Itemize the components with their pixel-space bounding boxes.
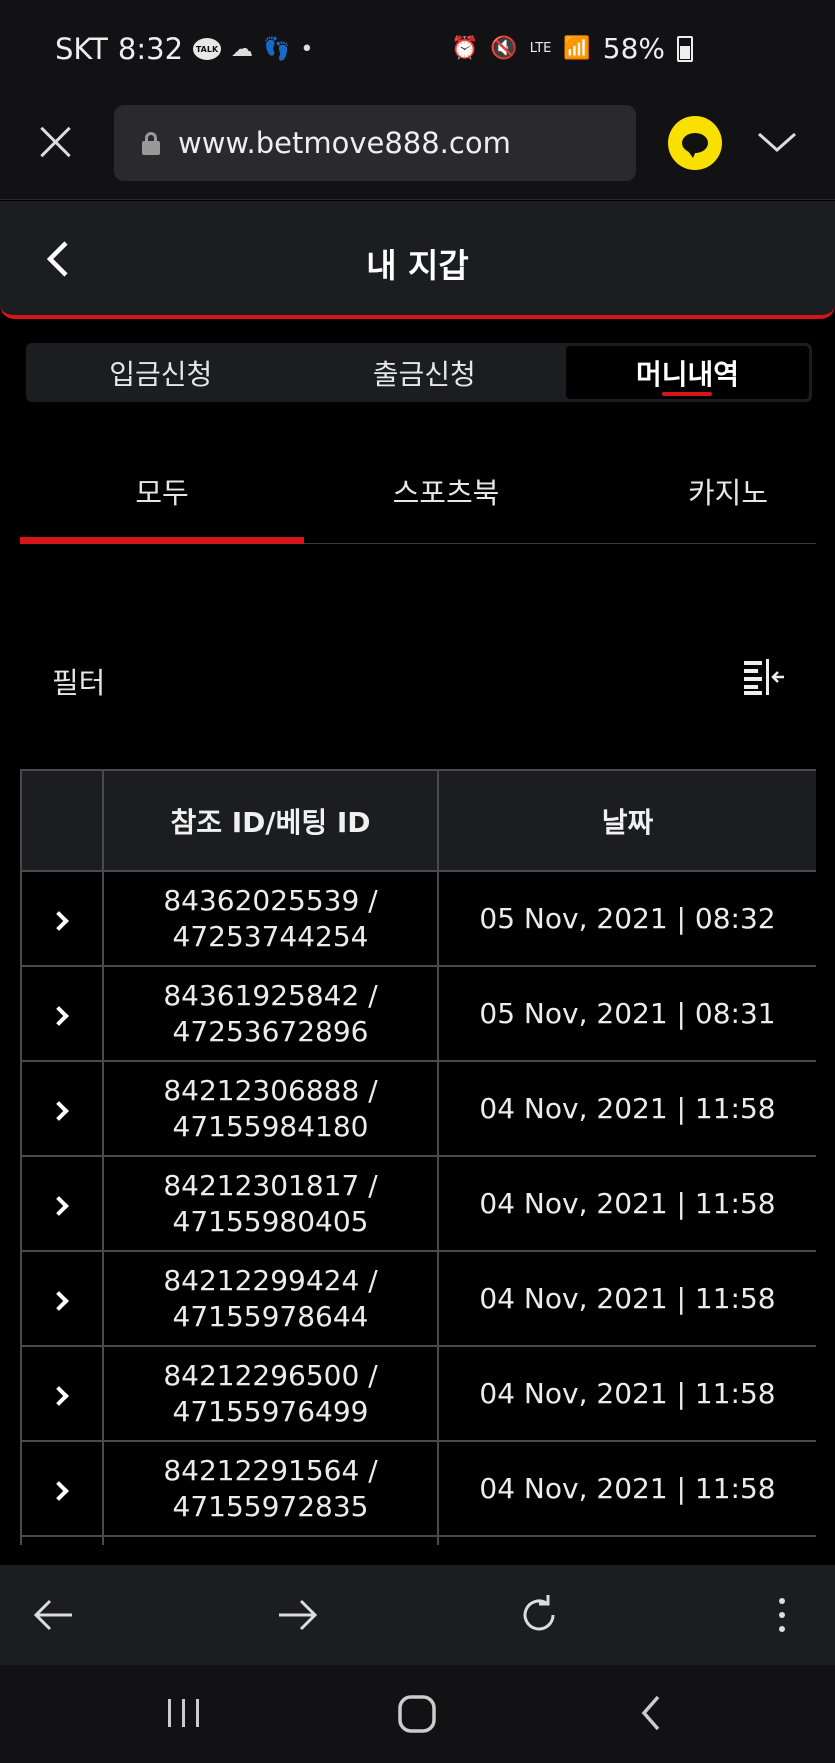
reference-id: 84212299424 / [163, 1263, 378, 1297]
transaction-table-container[interactable]: 참조 ID/베팅 ID 날짜 84362025539 /47253744254 … [20, 769, 816, 1545]
signal-icon: 📶 [563, 36, 591, 61]
tab-all[interactable]: 모두 [20, 440, 304, 544]
browser-bottom-nav [0, 1565, 835, 1665]
refresh-icon[interactable] [515, 1591, 563, 1639]
system-back-icon[interactable] [636, 1693, 666, 1733]
table-row[interactable]: 84212299424 /47155978644 04 Nov, 2021 | … [20, 1250, 816, 1347]
more-notifications-dot-icon: • [300, 36, 314, 62]
date-cell: 05 Nov, 2021 | 08:32 [437, 870, 816, 967]
battery-icon [677, 35, 693, 62]
page-title: 내 지갑 [366, 246, 469, 285]
expand-cell[interactable] [20, 1440, 104, 1537]
expand-cell[interactable] [20, 1060, 104, 1157]
tab-money-history[interactable]: 머니내역 [566, 346, 809, 399]
id-cell: 84212306888 /47155984180 [102, 1060, 439, 1157]
tab-sportsbook[interactable]: 스포츠북 [304, 440, 588, 543]
table-header-row: 참조 ID/베팅 ID 날짜 [20, 769, 816, 872]
filter-toggle-icon[interactable] [742, 657, 786, 697]
more-menu-icon[interactable] [758, 1591, 806, 1639]
bet-id: 47155978644 [172, 1299, 369, 1333]
table-row[interactable]: 84212296500 /47155976499 04 Nov, 2021 | … [20, 1345, 816, 1442]
transaction-table: 참조 ID/베팅 ID 날짜 84362025539 /47253744254 … [20, 769, 816, 1545]
battery-percent: 58% [602, 32, 665, 65]
mute-icon: 🔇 [490, 36, 518, 61]
bet-id: 47253744254 [172, 919, 369, 953]
chevron-down-icon[interactable] [757, 122, 797, 162]
kakaotalk-button[interactable] [668, 116, 722, 170]
home-icon[interactable] [396, 1693, 438, 1735]
date-cell: 04 Nov, 2021 | 11:58 [437, 1155, 816, 1252]
clock-time: 8:32 [117, 32, 184, 66]
date-cell: 04 Nov, 2021 | 11:58 [437, 1060, 816, 1157]
table-row[interactable]: 84361925842 /47253672896 05 Nov, 2021 | … [20, 965, 816, 1062]
bet-id: 47155984180 [172, 1109, 369, 1143]
chevron-right-icon[interactable] [49, 1385, 69, 1406]
chevron-right-icon[interactable] [49, 1005, 69, 1026]
table-row[interactable]: 84212291564 /47155972835 04 Nov, 2021 | … [20, 1440, 816, 1537]
url-text: www.betmove888.com [178, 126, 511, 160]
expand-cell[interactable] [20, 1345, 104, 1442]
carrier-label: SKT [55, 32, 108, 66]
alarm-icon: ⏰ [450, 36, 479, 61]
cloud-icon: ☁ [231, 36, 254, 62]
bet-id: 47155972835 [172, 1489, 369, 1523]
table-row-partial [20, 1535, 816, 1545]
reference-id: 84361925842 / [163, 978, 378, 1012]
id-cell: 84361925842 /47253672896 [102, 965, 439, 1062]
page-header: 내 지갑 [0, 201, 835, 319]
tab-deposit-request[interactable]: 입금신청 [29, 346, 293, 399]
forward-icon[interactable] [273, 1591, 321, 1639]
chevron-right-icon[interactable] [49, 1480, 69, 1501]
reference-id: 84362025539 / [163, 883, 378, 917]
date-cell: 04 Nov, 2021 | 11:58 [437, 1440, 816, 1537]
table-row[interactable]: 84212301817 /47155980405 04 Nov, 2021 | … [20, 1155, 816, 1252]
tab-casino[interactable]: 카지노 [588, 440, 816, 543]
date-cell: 04 Nov, 2021 | 11:58 [437, 1250, 816, 1347]
filter-label: 필터 [52, 666, 106, 700]
browser-toolbar: www.betmove888.com [0, 100, 835, 200]
category-tabs: 모두 스포츠북 카지노 [20, 440, 816, 544]
status-bar: SKT 8:32 TALK ☁ 👣 • ⏰ 🔇 LTE 📶 58% [0, 0, 835, 100]
footsteps-icon: 👣 [263, 36, 291, 62]
kakaotalk-notification-icon: TALK [193, 38, 222, 60]
id-cell: 84212291564 /47155972835 [102, 1440, 439, 1537]
expand-cell[interactable] [20, 1155, 104, 1252]
reference-id: 84212296500 / [163, 1358, 378, 1392]
system-navigation-bar [0, 1665, 835, 1763]
reference-id: 84212291564 / [163, 1453, 378, 1487]
table-row[interactable]: 84212306888 /47155984180 04 Nov, 2021 | … [20, 1060, 816, 1157]
expand-cell[interactable] [20, 1250, 104, 1347]
header-reference-id: 참조 ID/베팅 ID [102, 769, 439, 872]
chevron-right-icon[interactable] [49, 1290, 69, 1311]
id-cell: 84212299424 /47155978644 [102, 1250, 439, 1347]
expand-cell[interactable] [20, 965, 104, 1062]
recent-apps-icon[interactable] [164, 1693, 204, 1733]
table-row[interactable]: 84362025539 /47253744254 05 Nov, 2021 | … [20, 870, 816, 967]
date-cell: 04 Nov, 2021 | 11:58 [437, 1345, 816, 1442]
tab-withdraw-request[interactable]: 출금신청 [293, 346, 557, 399]
chevron-right-icon[interactable] [49, 1195, 69, 1216]
reference-id: 84212306888 / [163, 1073, 378, 1107]
header-date: 날짜 [437, 769, 816, 872]
bet-id: 47155976499 [172, 1394, 369, 1428]
id-cell: 84212296500 /47155976499 [102, 1345, 439, 1442]
reference-id: 84212301817 / [163, 1168, 378, 1202]
wallet-segment-tabs: 입금신청 출금신청 머니내역 [26, 343, 812, 402]
header-expand-column [20, 769, 104, 872]
bet-id: 47253672896 [172, 1014, 369, 1048]
date-cell: 05 Nov, 2021 | 08:31 [437, 965, 816, 1062]
chevron-right-icon[interactable] [49, 1100, 69, 1121]
chevron-right-icon[interactable] [49, 910, 69, 931]
lock-icon [142, 132, 160, 155]
id-cell: 84212301817 /47155980405 [102, 1155, 439, 1252]
id-cell: 84362025539 /47253744254 [102, 870, 439, 967]
bet-id: 47155980405 [172, 1204, 369, 1238]
back-icon[interactable] [30, 1591, 78, 1639]
expand-cell[interactable] [20, 870, 104, 967]
url-bar[interactable]: www.betmove888.com [114, 105, 636, 181]
close-icon[interactable] [36, 122, 76, 162]
chat-bubble-icon [682, 133, 708, 158]
lte-indicator: LTE [529, 41, 552, 56]
